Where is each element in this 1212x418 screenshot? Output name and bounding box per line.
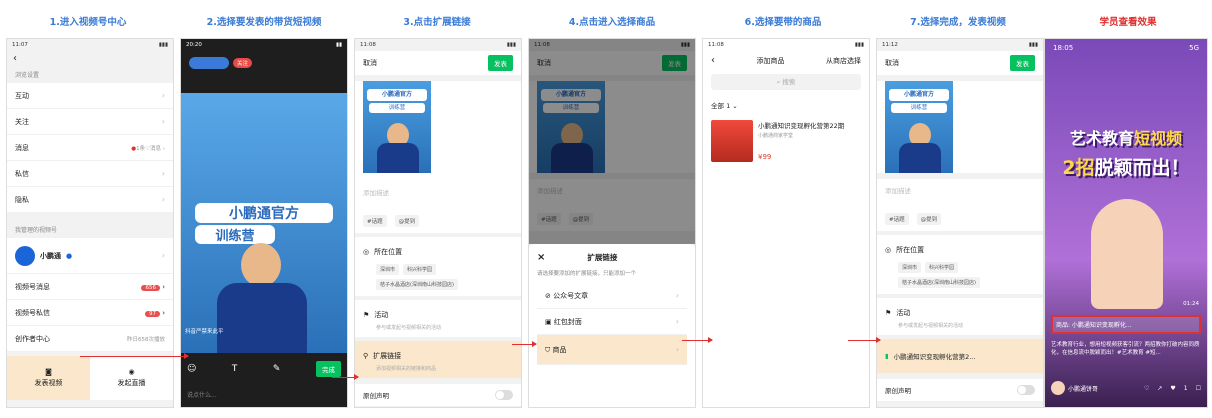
flag-icon: ⚑ <box>363 311 370 319</box>
original-row: 原创声明 <box>355 384 521 406</box>
row-ch-msg[interactable]: 视频号消息 656 › <box>7 274 173 300</box>
publish-video-button[interactable]: ◙ 发表视频 <box>7 356 90 400</box>
filter-dropdown[interactable]: 全部 1 ⌄ <box>703 94 869 116</box>
camera-icon: ◙ <box>45 368 52 376</box>
extension-sheet: × 扩展链接 请选择要添加的扩展链接，只能添加一个 ⊘ 公众号文章 › ▣ 红包封面… <box>529 244 695 407</box>
publish-bar: ◙ 发表视频 ◉ 发起直播 <box>7 356 173 400</box>
follow-button[interactable]: 关注 <box>233 58 253 68</box>
original-toggle[interactable] <box>495 390 513 400</box>
activity-row[interactable]: ⚑ 活动 参与或发起与视频相关的活动 <box>355 300 521 337</box>
edit-icon[interactable]: ✎ <box>273 364 281 374</box>
arrow <box>332 374 359 380</box>
product-item[interactable]: 小鹏通知识变现孵化营第22期 小鹏通商家学堂 ¥99 <box>703 116 869 166</box>
heart-icon[interactable]: ♥ <box>1170 385 1175 392</box>
caption-2: 2.选择要发表的带货短视频 <box>206 17 322 28</box>
arrow <box>682 337 713 343</box>
like-icon[interactable]: ♡ <box>1144 385 1149 392</box>
product-tag[interactable]: 商品: 小鹏通知识变现孵化... <box>1051 315 1201 334</box>
search-input[interactable]: ⌕ 搜索 <box>711 74 861 90</box>
publish-button[interactable]: 发表 <box>488 55 513 71</box>
status-bar: 11:07 ▮▮▮ <box>12 42 168 48</box>
avatar <box>1051 381 1065 395</box>
video-thumbnail[interactable]: 小鹏通官方 训练营 <box>363 81 431 173</box>
text-icon[interactable]: T <box>232 364 238 374</box>
person-head <box>241 243 281 287</box>
option-article[interactable]: ⊘ 公众号文章 › <box>537 283 687 309</box>
avatar <box>15 245 35 266</box>
start-live-button[interactable]: ◉ 发起直播 <box>90 356 173 400</box>
description-input[interactable]: 添加描述 #话题 @提到 <box>355 181 521 233</box>
product-image <box>711 120 753 162</box>
option-red-packet[interactable]: ▣ 红包封面 › <box>537 309 687 335</box>
row-creator[interactable]: 创作者中心 昨日658次播放 <box>7 326 173 352</box>
link-icon: ⚲ <box>363 352 369 360</box>
publish-button[interactable]: 发表 <box>1010 55 1035 71</box>
row-privacy[interactable]: 隐私 › <box>7 187 173 213</box>
presenter-image <box>1091 199 1163 309</box>
extension-link-row[interactable]: ⚲ 扩展链接 添加视频相关的链接和商品 <box>355 341 521 378</box>
done-button[interactable]: 完成 <box>315 361 341 377</box>
live-icon: ◉ <box>128 368 135 376</box>
caption-6: 7.选择完成，发表视频 <box>910 17 1006 28</box>
comment-input[interactable]: 说点什么... <box>187 390 217 399</box>
phone-student-view: 18:05 5G 艺术教育短视频 2招脱颖而出！ 01:24 商品: 小鹏通知识变… <box>1044 38 1208 408</box>
location-icon: ◎ <box>363 248 370 256</box>
caption-7: 学员查看效果 <box>1099 17 1157 28</box>
arrow <box>848 337 881 343</box>
location-row[interactable]: ◎ 所在位置 深圳市 科兴科学园 桔子水晶酒店(深圳南山科技园店) <box>355 237 521 296</box>
back-icon[interactable]: ‹ <box>7 51 173 66</box>
row-message[interactable]: 消息 ●1条♡消息 › <box>7 135 173 161</box>
phone-video-select: 20:20 ▮▮ 关注 小鹏通官方 训练营 抖音严禁来此平 ☺ T ✎ 完成 说点什么… <box>180 38 348 408</box>
close-icon[interactable]: × <box>537 252 545 263</box>
arrow <box>512 341 537 347</box>
video-frame[interactable]: 小鹏通官方 训练营 抖音严禁来此平 <box>181 93 347 353</box>
option-product[interactable]: ⛉ 商品 › <box>537 335 687 365</box>
phone-link-sheet: 11:08 ▮▮▮ 取消 发表 小鹏通官方 训练营 添加描述 #话题 @提到 × 扩展链接 … <box>528 38 696 408</box>
selected-product-row[interactable]: ▮ 小鹏通知识变现孵化营第2... <box>877 339 1043 373</box>
tutorial-strip: 1.进入视频号中心 2.选择要发表的带货短视频 3.点击扩展链接 4.点击进入选… <box>0 0 1212 418</box>
shop-select-link[interactable]: 从商店选择 <box>826 56 861 66</box>
phone-add-product: 11:08 ▮▮▮ ‹ 添加商品 从商店选择 ⌕ 搜索 全部 1 ⌄ 小鹏通知识变现孵… <box>702 38 870 408</box>
section-label: 浏览设置 <box>15 72 40 79</box>
caption-1: 1.进入视频号中心 <box>49 17 127 28</box>
arrow <box>80 353 189 359</box>
phone-edit-2: 11:12 ▮▮▮ 取消 发表 小鹏通官方 训练营 添加描述 #话题 @提到 ◎ 所在位置深… <box>876 38 1044 408</box>
caption-4: 4.点击进入选择商品 <box>568 17 656 28</box>
caption-3: 3.点击扩展链接 <box>403 17 471 28</box>
cancel-button[interactable]: 取消 <box>363 58 377 68</box>
emoji-icon[interactable]: ☺ <box>187 364 196 374</box>
comment-icon[interactable]: ☐ <box>1196 385 1201 392</box>
person-body <box>217 283 307 353</box>
row-dm[interactable]: 私信 › <box>7 161 173 187</box>
caption-5: 6.选择要带的商品 <box>744 17 822 28</box>
phone-edit-1: 11:08 ▮▮▮ 取消 发表 小鹏通官方 训练营 添加描述 #话题 @提到 ◎ 所在位置 … <box>354 38 522 408</box>
bag-icon: ▮ <box>885 352 889 360</box>
row-follow[interactable]: 关注 › <box>7 109 173 135</box>
row-interact[interactable]: 互动 › <box>7 83 173 109</box>
section-label: 我管理的视频号 <box>15 227 58 234</box>
phone-channels-center: 11:07 ▮▮▮ ‹ 浏览设置 互动 › 关注 › 消息 ●1条♡消息 › 私信 › 隐… <box>6 38 174 408</box>
row-ch-dm[interactable]: 视频号私信 97 › <box>7 300 173 326</box>
share-icon[interactable]: ↗ <box>1157 385 1162 392</box>
account-row[interactable]: 小鹏通 ● › <box>7 238 173 274</box>
back-icon[interactable]: ‹ <box>711 55 715 66</box>
